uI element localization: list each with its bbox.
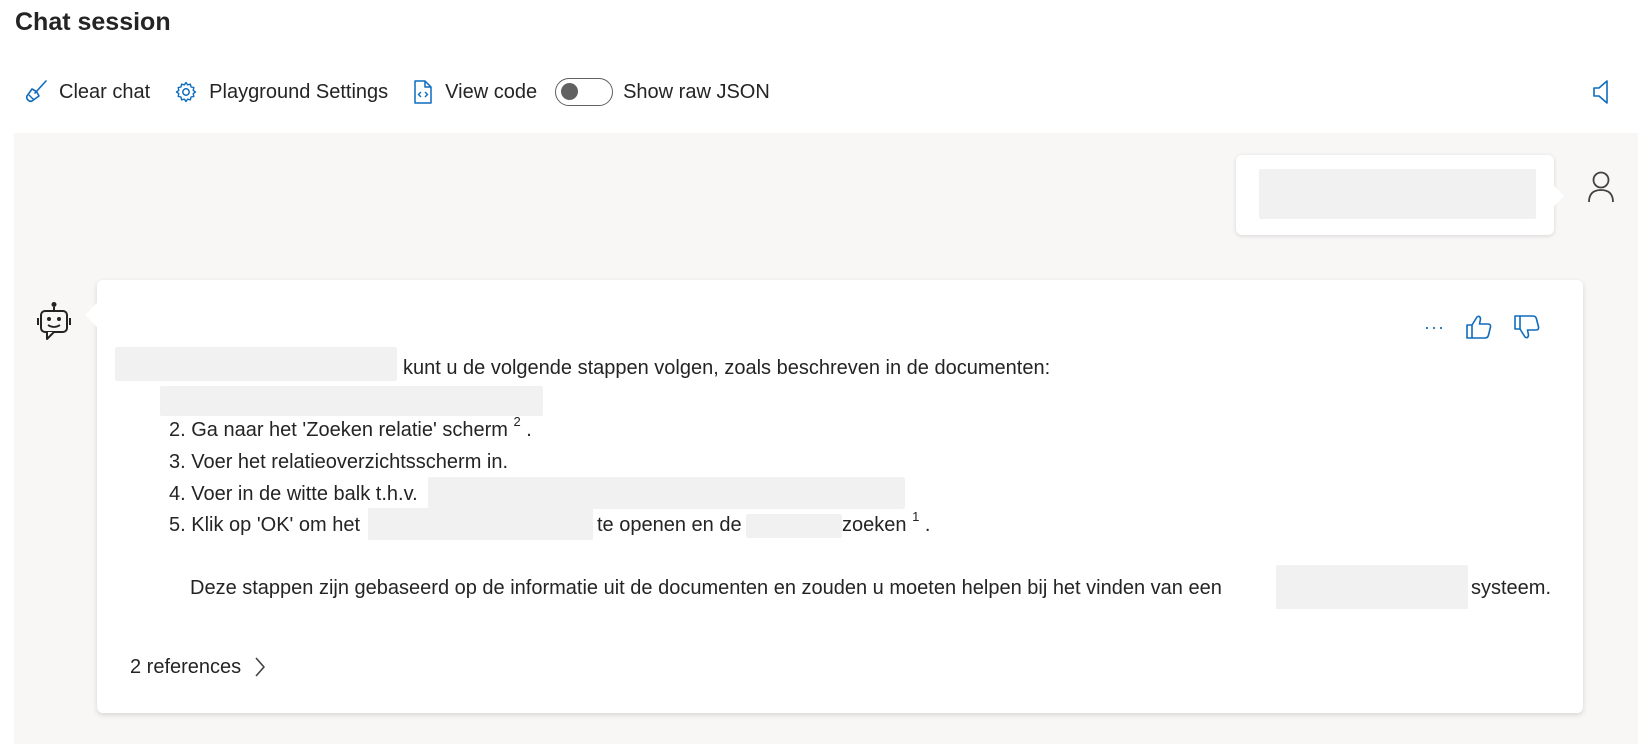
view-code-label: View code bbox=[445, 80, 538, 103]
redacted-text bbox=[746, 514, 842, 538]
message-closing: Deze stappen zijn gebaseerd op de inform… bbox=[190, 577, 1222, 599]
step-4: 4. Voer in de witte balk t.h.v. bbox=[169, 483, 418, 505]
code-file-icon bbox=[414, 80, 432, 104]
citation-1[interactable]: 1 bbox=[912, 509, 919, 524]
message-actions: ··· bbox=[1404, 314, 1541, 340]
thumbs-up-icon bbox=[1466, 315, 1492, 339]
chat-toolbar: Clear chat Playground Settings View code… bbox=[24, 72, 770, 112]
user-avatar bbox=[1586, 170, 1616, 209]
redacted-text bbox=[368, 508, 593, 540]
chevron-right-icon bbox=[255, 657, 265, 677]
clear-chat-button[interactable]: Clear chat bbox=[24, 72, 150, 112]
thumbs-down-icon bbox=[1514, 315, 1540, 339]
playground-settings-button[interactable]: Playground Settings bbox=[174, 72, 388, 112]
step-5-end: zoeken 1 . bbox=[842, 510, 931, 537]
show-raw-json-toggle[interactable] bbox=[555, 78, 614, 106]
user-message bbox=[1236, 155, 1564, 235]
more-icon: ··· bbox=[1424, 317, 1445, 337]
bot-icon bbox=[37, 302, 71, 340]
speaker-button[interactable] bbox=[1591, 78, 1613, 111]
citation-2[interactable]: 2 bbox=[513, 414, 520, 429]
clear-chat-label: Clear chat bbox=[59, 80, 151, 103]
show-raw-json-label: Show raw JSON bbox=[623, 80, 770, 103]
speaker-icon bbox=[1593, 80, 1608, 104]
step-5-end-text: zoeken bbox=[842, 514, 907, 536]
toggle-knob bbox=[561, 83, 579, 100]
more-options-button[interactable]: ··· bbox=[1424, 318, 1445, 336]
playground-settings-label: Playground Settings bbox=[209, 80, 389, 103]
step-2-suffix: . bbox=[526, 419, 532, 441]
bot-avatar bbox=[36, 301, 72, 346]
person-icon bbox=[1588, 171, 1614, 203]
thumbs-up-button[interactable] bbox=[1465, 314, 1493, 340]
assistant-bubble-tail bbox=[85, 303, 97, 327]
broom-icon bbox=[25, 80, 47, 103]
page-title: Chat session bbox=[15, 8, 171, 36]
references-toggle[interactable]: 2 references bbox=[130, 655, 267, 679]
redacted-text bbox=[428, 477, 905, 509]
step-5-middle: te openen en de bbox=[597, 514, 742, 536]
redacted-text bbox=[115, 347, 397, 381]
redacted-text bbox=[1276, 565, 1468, 609]
step-2-text: 2. Ga naar het 'Zoeken relatie' scherm bbox=[169, 419, 508, 441]
view-code-button[interactable]: View code bbox=[412, 72, 537, 112]
message-intro: kunt u de volgende stappen volgen, zoals… bbox=[403, 357, 1051, 379]
step-5: 5. Klik op 'OK' om het bbox=[169, 514, 361, 536]
thumbs-down-button[interactable] bbox=[1513, 314, 1541, 340]
step-2: 2. Ga naar het 'Zoeken relatie' scherm 2… bbox=[169, 415, 532, 442]
redacted-step-1 bbox=[160, 386, 543, 416]
step-3: 3. Voer het relatieoverzichtsscherm in. bbox=[169, 451, 509, 473]
user-bubble-tail bbox=[1553, 185, 1564, 207]
message-closing-suffix: systeem. bbox=[1471, 577, 1552, 599]
gear-icon bbox=[175, 81, 197, 103]
references-label: 2 references bbox=[130, 655, 242, 678]
redacted-text bbox=[1259, 169, 1536, 219]
step-5-suffix: . bbox=[924, 514, 931, 536]
